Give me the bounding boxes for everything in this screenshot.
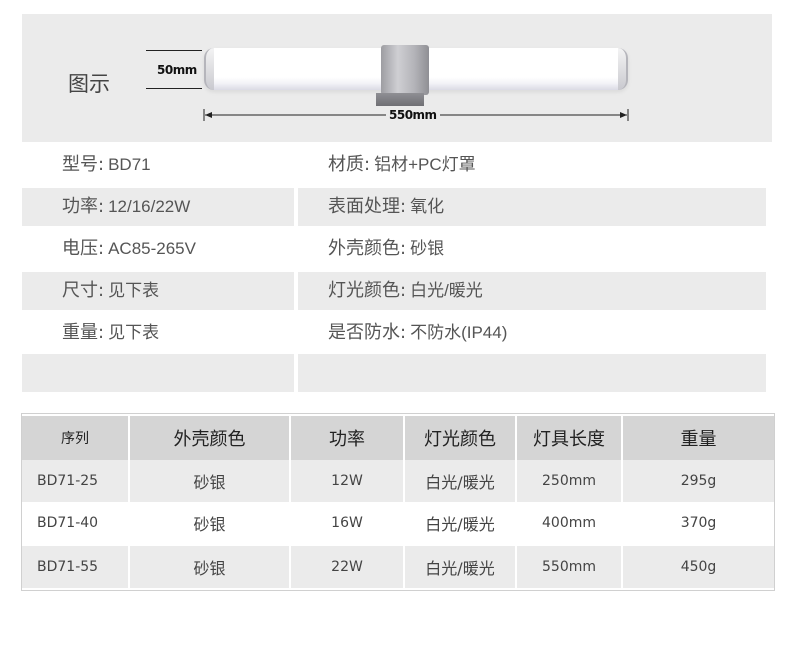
- width-dimension-text: 550mm: [386, 108, 440, 122]
- spec-row: 功率: 12/16/22W 表面处理: 氧化: [22, 188, 766, 226]
- lamp-mount-bracket: [381, 45, 429, 95]
- table-header-row: 序列 外壳颜色 功率 灯光颜色 灯具长度 重量: [22, 416, 774, 460]
- spec-cell-left: 型号: BD71: [22, 146, 294, 184]
- table-cell: 16W: [291, 502, 405, 544]
- table-header-cell: 重量: [623, 416, 774, 460]
- lamp-end-cap-left: [204, 48, 214, 90]
- spec-label: 材质:: [328, 154, 371, 175]
- table-cell: 295g: [623, 460, 774, 502]
- table-cell: 550mm: [517, 546, 623, 588]
- spec-cell-right: 是否防水: 不防水(IP44): [298, 314, 766, 352]
- spec-value: 白光/暖光: [410, 281, 483, 300]
- spec-label: 灯光颜色:: [328, 280, 407, 301]
- table-cell: 白光/暖光: [405, 460, 517, 502]
- spec-row: [22, 354, 766, 392]
- spec-cell-right: 灯光颜色: 白光/暖光: [298, 272, 766, 310]
- spec-cell-right: 外壳颜色: 砂银: [298, 230, 766, 268]
- spec-label: 表面处理:: [328, 196, 407, 217]
- table-row: BD71-25 砂银 12W 白光/暖光 250mm 295g: [22, 460, 774, 502]
- spec-row: 尺寸: 见下表 灯光颜色: 白光/暖光: [22, 272, 766, 310]
- table-cell: 250mm: [517, 460, 623, 502]
- table-cell: 22W: [291, 546, 405, 588]
- spec-value: 铝材+PC灯罩: [374, 155, 476, 174]
- table-cell: 砂银: [130, 546, 291, 588]
- spec-label: 功率:: [62, 196, 105, 217]
- table-header-cell: 功率: [291, 416, 405, 460]
- table-cell: 砂银: [130, 502, 291, 544]
- spec-label: 尺寸:: [62, 280, 105, 301]
- spec-cell-left: [22, 354, 294, 392]
- height-dimension-line-top: [146, 50, 202, 51]
- spec-cell-right: [298, 354, 766, 392]
- spec-value: BD71: [108, 155, 151, 174]
- spec-cell-left: 重量: 见下表: [22, 314, 294, 352]
- spec-row: 电压: AC85-265V 外壳颜色: 砂银: [22, 230, 766, 268]
- size-table: 序列 外壳颜色 功率 灯光颜色 灯具长度 重量 BD71-25 砂银 12W 白…: [21, 413, 775, 591]
- table-header-cell: 序列: [22, 416, 130, 460]
- table-cell: BD71-55: [22, 546, 130, 588]
- table-header-cell: 灯具长度: [517, 416, 623, 460]
- table-cell: 450g: [623, 546, 774, 588]
- spec-cell-right: 材质: 铝材+PC灯罩: [298, 146, 766, 184]
- spec-cell-left: 电压: AC85-265V: [22, 230, 294, 268]
- spec-value: 砂银: [410, 239, 445, 258]
- table-cell: 12W: [291, 460, 405, 502]
- height-dimension-line-bottom: [146, 88, 202, 89]
- spec-value: 不防水(IP44): [410, 323, 508, 342]
- table-cell: BD71-25: [22, 460, 130, 502]
- spec-row: 型号: BD71 材质: 铝材+PC灯罩: [22, 146, 766, 184]
- spec-value: AC85-265V: [108, 239, 196, 258]
- table-row: BD71-40 砂银 16W 白光/暖光 400mm 370g: [22, 502, 774, 544]
- spec-label: 重量:: [62, 322, 105, 343]
- spec-cell-left: 尺寸: 见下表: [22, 272, 294, 310]
- table-cell: 白光/暖光: [405, 546, 517, 588]
- height-dimension-text: 50mm: [157, 63, 197, 77]
- spec-value: 氧化: [410, 197, 445, 216]
- spec-label: 外壳颜色:: [328, 238, 407, 259]
- illustration-label: 图示: [68, 72, 110, 96]
- spec-label: 电压:: [62, 238, 105, 259]
- table-cell: 砂银: [130, 460, 291, 502]
- table-cell: 400mm: [517, 502, 623, 544]
- spec-label: 型号:: [62, 154, 105, 175]
- spec-value: 见下表: [108, 281, 160, 300]
- spec-row: 重量: 见下表 是否防水: 不防水(IP44): [22, 314, 766, 352]
- table-header-cell: 外壳颜色: [130, 416, 291, 460]
- spec-value: 见下表: [108, 323, 160, 342]
- table-cell: 370g: [680, 515, 717, 531]
- spec-value: 12/16/22W: [108, 197, 191, 216]
- table-cell: BD71-40: [22, 502, 130, 544]
- table-row: BD71-55 砂银 22W 白光/暖光 550mm 450g: [22, 546, 774, 588]
- spec-label: 是否防水:: [328, 322, 407, 343]
- product-illustration-panel: 图示 50mm 550mm: [22, 14, 772, 142]
- spec-cell-right: 表面处理: 氧化: [298, 188, 766, 226]
- spec-cell-left: 功率: 12/16/22W: [22, 188, 294, 226]
- lamp-mount-base: [376, 93, 424, 106]
- lamp-end-cap-right: [618, 48, 628, 90]
- table-header-cell: 灯光颜色: [405, 416, 517, 460]
- table-cell: 白光/暖光: [405, 502, 517, 544]
